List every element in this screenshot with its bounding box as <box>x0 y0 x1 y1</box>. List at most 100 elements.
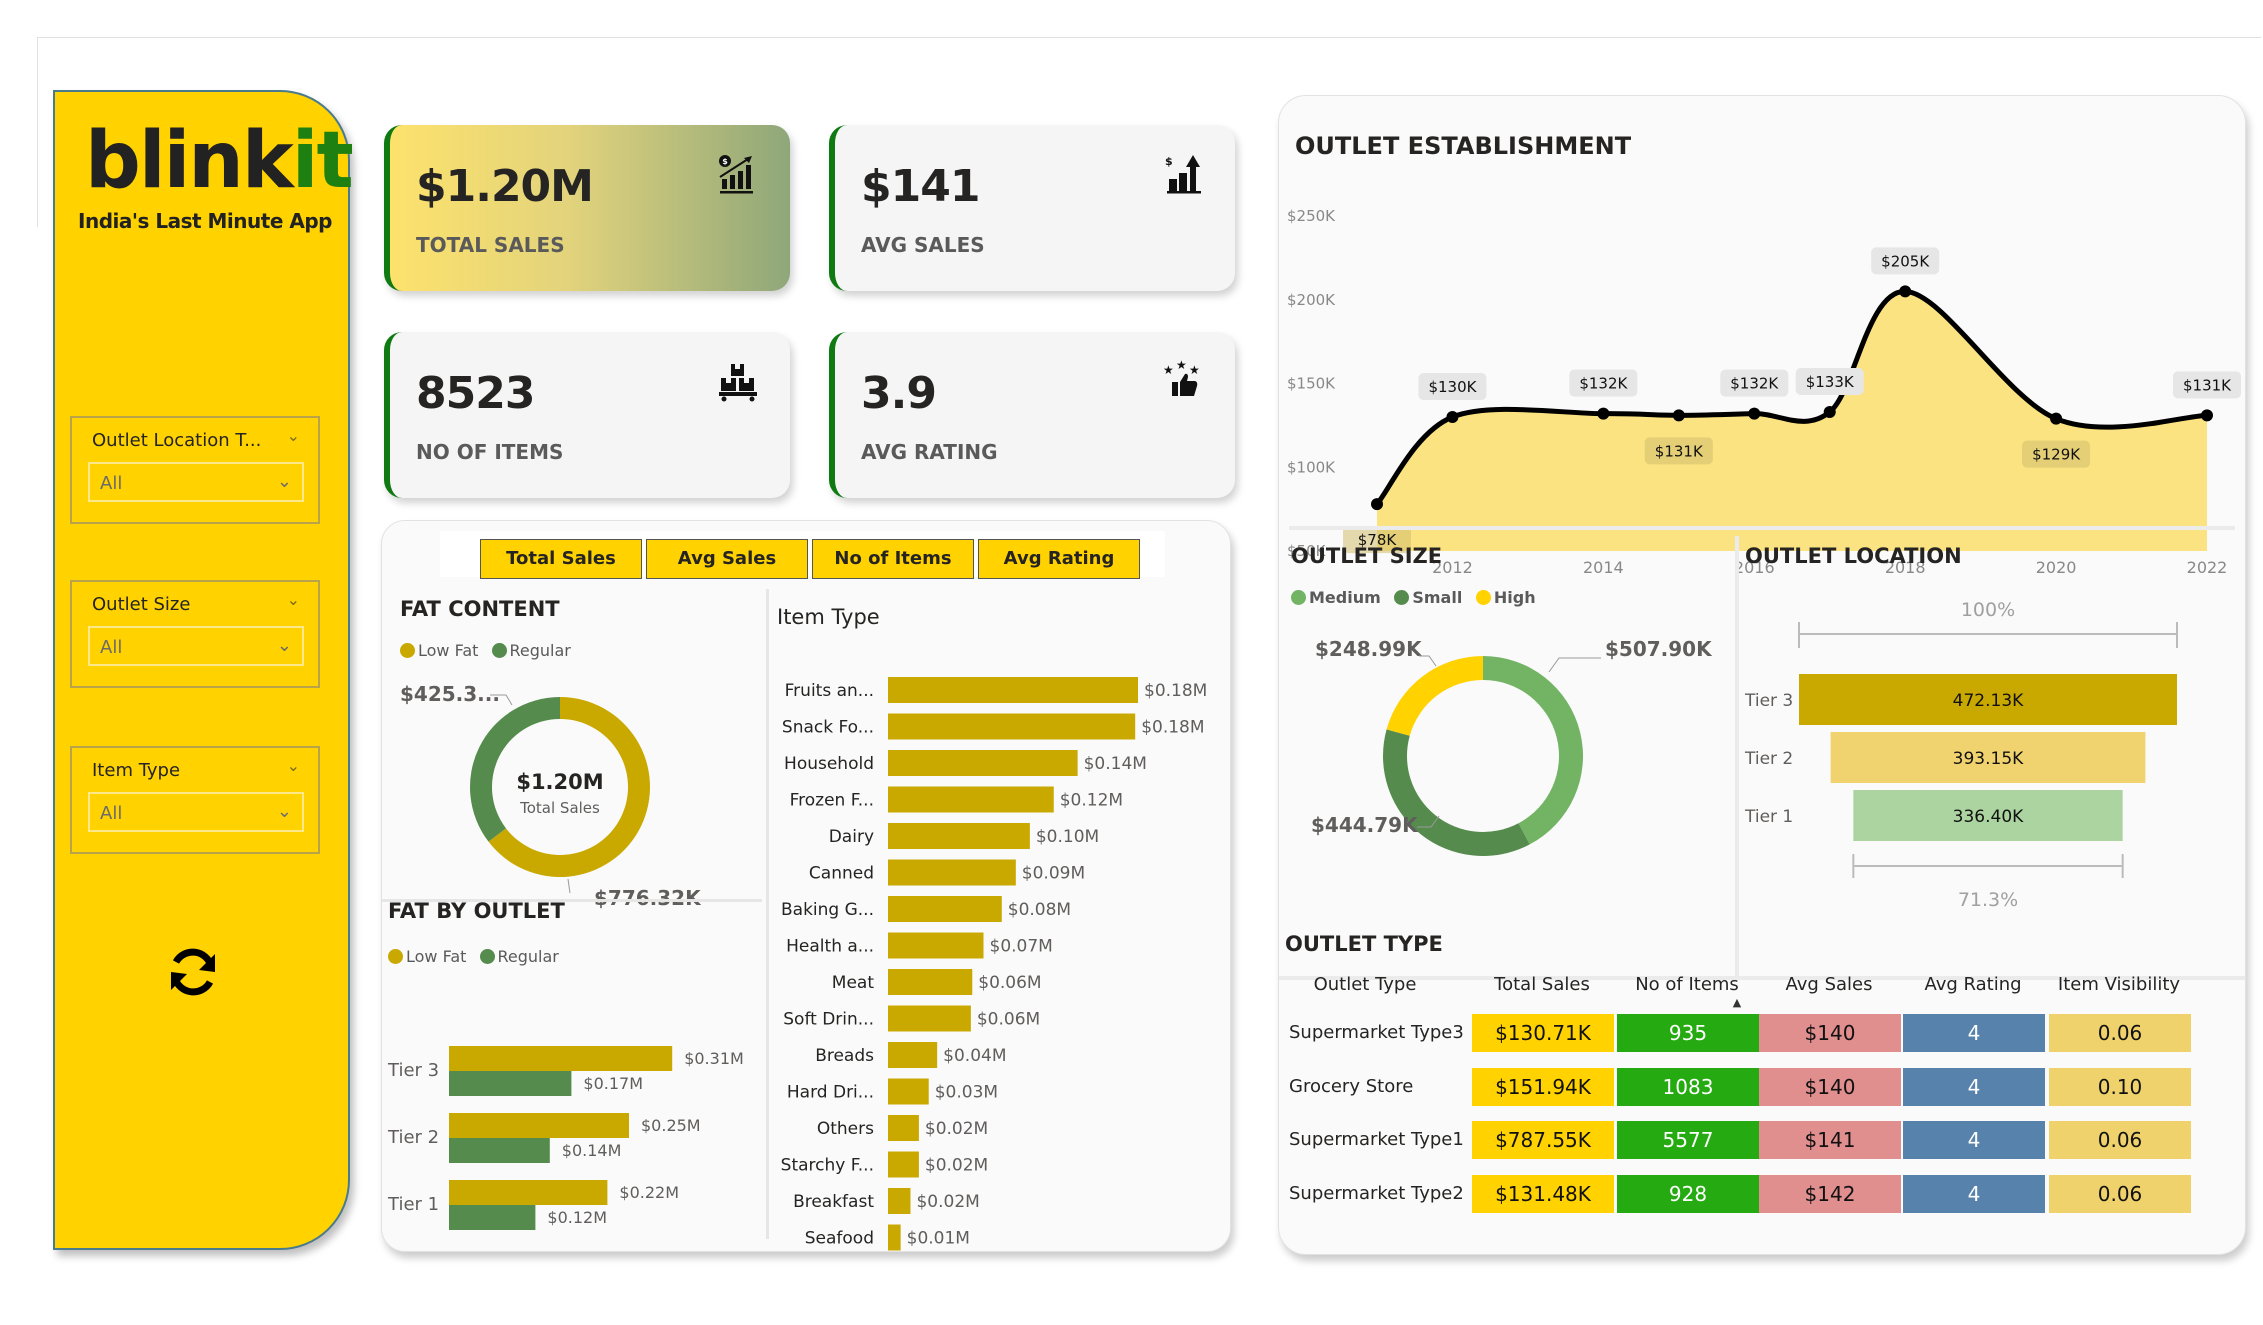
outlet-type-heading: OUTLET TYPE <box>1285 932 1443 956</box>
tab-avg-sales[interactable]: Avg Sales <box>646 539 808 579</box>
bar <box>888 786 1054 813</box>
column-header[interactable]: Outlet Type <box>1295 974 1435 995</box>
outlet-size-donut-chart: $507.90K $248.99K $444.79K <box>1311 637 1713 856</box>
column-header[interactable]: Avg Sales <box>1759 974 1899 995</box>
category-label: Baking G... <box>781 900 874 920</box>
bar <box>888 750 1078 776</box>
category-label: Tier 3 <box>1744 691 1793 711</box>
filter-item-type: Item Type ⌄ All ⌄ <box>70 746 320 854</box>
filter-outlet-location: Outlet Location T... ⌄ All ⌄ <box>70 416 320 524</box>
chevron-down-icon[interactable]: ⌄ <box>287 426 300 445</box>
data-label: $0.25M <box>641 1116 701 1135</box>
data-label: $0.02M <box>925 1156 988 1176</box>
table-cell-avg-sales: $140 <box>1759 1014 1901 1052</box>
fat-content-legend: Low Fat Regular <box>400 641 579 660</box>
y-tick-label: $100K <box>1287 458 1336 476</box>
donut-center-value: $1.20M <box>516 770 603 794</box>
category-label: Starchy F... <box>781 1156 874 1176</box>
outlet-location-title: OUTLET LOCATION <box>1745 544 1962 568</box>
bar <box>888 969 973 995</box>
table-cell-avg-sales: $141 <box>1759 1121 1901 1159</box>
chevron-down-icon[interactable]: ⌄ <box>287 756 300 775</box>
data-label: $0.18M <box>1144 681 1207 701</box>
fat-by-outlet-bar-chart: Tier 3 $0.31M $0.17M Tier 2 $0.25M $0.14M Tier… <box>387 1046 744 1230</box>
category-label: Health a... <box>786 937 874 957</box>
kpi-value: $141 <box>861 161 980 212</box>
category-label: Seafood <box>805 1229 874 1249</box>
data-label: $0.14M <box>562 1141 622 1160</box>
tab-no-of-items[interactable]: No of Items <box>812 539 974 579</box>
filter-title: Item Type <box>92 760 181 781</box>
data-label: $0.02M <box>925 1119 988 1139</box>
canvas-frame-top <box>37 37 2261 38</box>
data-label: $0.04M <box>943 1046 1006 1066</box>
legend-label: Low Fat <box>418 641 479 660</box>
canvas-frame-left <box>37 37 38 227</box>
data-label: $131K <box>1655 442 1704 460</box>
category-label: Tier 3 <box>387 1060 439 1081</box>
legend-item: High <box>1475 588 1536 607</box>
category-label: Breads <box>815 1046 874 1066</box>
data-label-box: $129K <box>2022 440 2091 468</box>
x-tick-label: 2022 <box>2187 558 2228 577</box>
table-cell-total-sales: $130.71K <box>1472 1014 1614 1052</box>
data-label: $131K <box>2183 376 2232 394</box>
outlet-location-funnel-chart: 100% Tier 3 472.13K Tier 2 393.15K Tier 1 336.… <box>1744 599 2178 911</box>
data-point <box>2050 412 2063 425</box>
funnel-bottom-bracket <box>1852 854 2124 878</box>
sidebar: blinkit India's Last Minute App Outlet L… <box>53 90 354 1250</box>
data-label: $130K <box>1428 378 1477 396</box>
filter-dropdown[interactable]: All ⌄ <box>88 626 304 666</box>
table-cell-rating: 4 <box>1903 1067 2045 1106</box>
data-label: 393.15K <box>1953 749 2024 769</box>
chevron-down-icon: ⌄ <box>276 801 292 822</box>
tab-total-sales[interactable]: Total Sales <box>480 539 642 579</box>
table-row-label: Supermarket Type3 <box>1289 1022 1464 1043</box>
table-cell-total-sales: $151.94K <box>1472 1067 1614 1106</box>
data-point <box>1823 405 1836 418</box>
filter-dropdown[interactable]: All ⌄ <box>88 462 304 502</box>
table-cell-avg-sales: $142 <box>1759 1174 1901 1213</box>
data-point <box>1597 407 1610 420</box>
outlet-size-legend: Medium Small High <box>1291 588 1544 607</box>
leader-line <box>1548 657 1601 673</box>
legend-item: Small <box>1394 588 1462 607</box>
data-label: $0.12M <box>547 1208 607 1227</box>
column-header[interactable]: Total Sales <box>1472 974 1612 995</box>
refresh-icon[interactable] <box>163 942 223 1002</box>
brand-tagline: India's Last Minute App <box>78 209 332 233</box>
fat-by-outlet-title: FAT BY OUTLET <box>388 899 565 923</box>
bar-regular <box>449 1071 572 1096</box>
table-cell-visibility: 0.06 <box>2049 1014 2191 1052</box>
svg-text:$: $ <box>722 157 728 166</box>
legend-label: Low Fat <box>406 947 467 966</box>
legend-dot <box>388 949 403 964</box>
filter-outlet-size: Outlet Size ⌄ All ⌄ <box>70 580 320 688</box>
data-label: $205K <box>1881 252 1930 270</box>
filter-dropdown[interactable]: All ⌄ <box>88 792 304 832</box>
table-cell-total-sales: $131.48K <box>1472 1174 1614 1213</box>
column-header[interactable]: No of Items <box>1617 974 1757 995</box>
tab-avg-rating[interactable]: Avg Rating <box>978 539 1140 579</box>
bar <box>888 1115 919 1141</box>
legend-item: Low Fat <box>388 947 466 966</box>
table-cell-visibility: 0.10 <box>2049 1067 2191 1106</box>
fat-content-donut-chart: $1.20M Total Sales $425.3... $776.32K <box>400 682 702 910</box>
column-header[interactable]: Avg Rating <box>1903 974 2043 995</box>
bar <box>888 1042 938 1068</box>
bar <box>888 1188 911 1214</box>
donut-slice-small <box>1383 729 1530 856</box>
outlet-establishment-area-chart: $250K$200K$150K$100K$50K2012 2014 2016 2018… <box>1287 207 2241 577</box>
sort-ascending-icon[interactable]: ▲ <box>1727 996 1747 1009</box>
data-label: $133K <box>1806 373 1855 391</box>
data-label: $776.32K <box>594 886 702 910</box>
column-header[interactable]: Item Visibility <box>2049 974 2189 995</box>
brand-logo: blinkit <box>85 122 354 200</box>
category-label: Tier 2 <box>1744 749 1793 769</box>
section-divider <box>1735 536 1739 976</box>
legend-label: Regular <box>497 947 559 966</box>
category-label: Dairy <box>829 827 874 847</box>
table-row-label: Supermarket Type1 <box>1289 1129 1464 1150</box>
chevron-down-icon[interactable]: ⌄ <box>287 590 300 609</box>
funnel-bottom-percent: 71.3% <box>1958 889 2018 911</box>
